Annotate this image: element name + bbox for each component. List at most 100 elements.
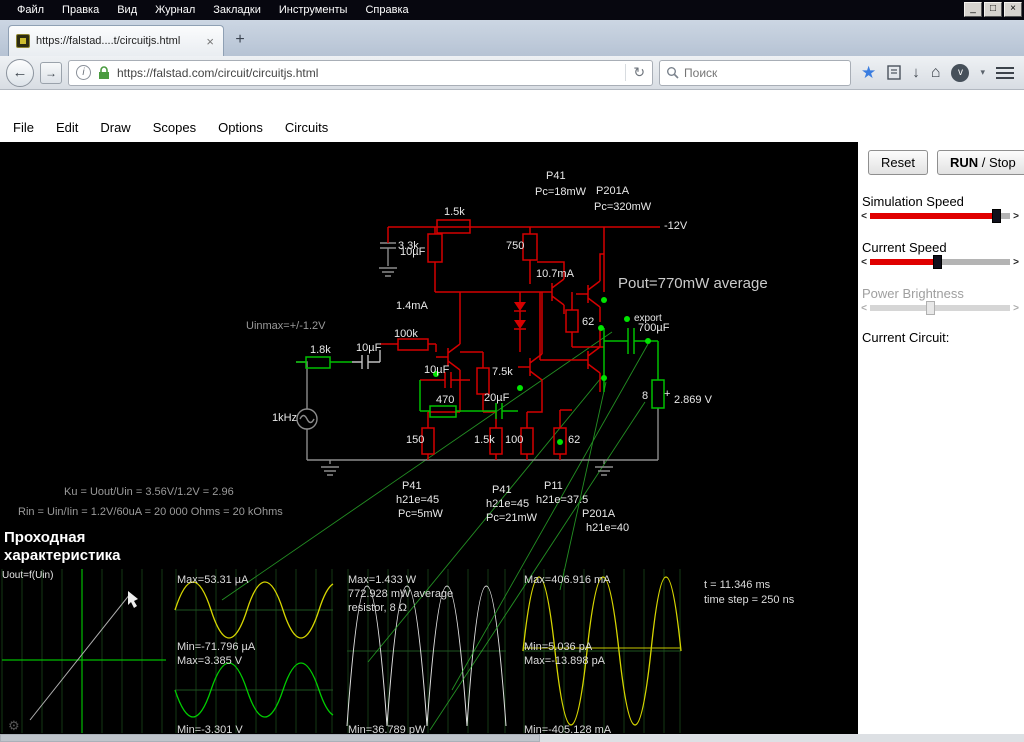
circuit-canvas[interactable]: ⚙ P41 Pc=18mW P201A Pc=320mW 1.5k -12V 3… — [0, 142, 858, 734]
back-button[interactable]: ← — [6, 58, 34, 87]
bookmarks-panel-icon[interactable] — [887, 65, 901, 80]
scope-panel-power[interactable]: Max=1.433 W 772.928 mW average resistor,… — [347, 569, 506, 734]
label-title-line2: характеристика — [4, 547, 121, 564]
label-q1-name: P41 — [402, 480, 422, 492]
menu-bookmarks[interactable]: Закладки — [204, 4, 270, 16]
label-q4-name: P201A — [582, 508, 616, 520]
downloads-icon[interactable]: ↓ — [912, 64, 920, 81]
control-sidebar: Reset RUN / Stop Simulation Speed < > Cu… — [858, 142, 1024, 734]
slider-right-arrow-icon[interactable]: > — [1012, 257, 1020, 268]
url-bar[interactable]: i https://falstad.com/circuit/circuitjs.… — [68, 59, 654, 86]
forward-button[interactable]: → — [40, 61, 62, 84]
label-q2-pc: Pc=21mW — [486, 512, 538, 524]
simulation-speed-thumb[interactable] — [991, 209, 1001, 223]
scope3-max-power: Max=1.433 W — [348, 574, 417, 586]
slider-right-arrow-icon[interactable]: > — [1012, 211, 1020, 222]
simulation-speed-slider[interactable]: < > — [860, 208, 1020, 224]
tab-close-icon[interactable]: × — [204, 34, 216, 49]
label-source-1khz: 1kHz — [272, 412, 298, 424]
horizontal-scrollbar[interactable] — [0, 734, 1024, 742]
scope2-min-voltage: Min=-3.301 V — [177, 724, 243, 734]
home-icon[interactable]: ⌂ — [931, 64, 941, 82]
window-titlebar: Файл Правка Вид Журнал Закладки Инструме… — [0, 0, 1024, 20]
run-stop-button[interactable]: RUN / Stop — [936, 150, 1024, 175]
window-controls: _ □ × — [964, 2, 1022, 17]
reload-icon[interactable]: ↻ — [625, 64, 645, 81]
power-brightness-label: Power Brightness — [862, 286, 964, 301]
horizontal-scrollbar-thumb[interactable] — [0, 734, 540, 742]
minimize-button[interactable]: _ — [964, 2, 982, 17]
scope3-min-power: Min=36.789 pW — [348, 724, 426, 734]
maximize-button[interactable]: □ — [984, 2, 1002, 17]
label-q2-name: P41 — [492, 484, 512, 496]
slider-left-arrow-icon[interactable]: < — [860, 257, 868, 268]
sim-menu-options[interactable]: Options — [207, 120, 274, 135]
scope2-max-current: Max=53.31 µA — [177, 574, 249, 586]
sim-menu-file[interactable]: File — [2, 120, 45, 135]
label-resistor-150: 150 — [406, 434, 425, 446]
tab-bar: https://falstad....t/circuitjs.html × + — [0, 20, 1024, 56]
scope2-min-current: Min=-71.796 µA — [177, 641, 256, 653]
sim-menu-draw[interactable]: Draw — [89, 120, 141, 135]
dropdown-chevron-icon[interactable]: ▾ — [980, 67, 985, 78]
slider-left-arrow-icon[interactable]: < — [860, 211, 868, 222]
sim-timestep-readout: time step = 250 ns — [704, 594, 795, 606]
label-cap-20uf: 20µF — [484, 392, 510, 404]
power-brightness-slider: < > — [860, 300, 1020, 316]
label-cap-10uf-mid: 10µF — [424, 364, 450, 376]
scope-panel-output[interactable]: Max=406.916 mA Min=5.036 pA Max=-13.898 … — [523, 569, 681, 734]
search-input[interactable] — [684, 65, 815, 80]
tab-title: https://falstad....t/circuitjs.html — [36, 35, 181, 47]
current-speed-label: Current Speed — [862, 240, 947, 255]
label-resistor-1_5k-top: 1.5k — [444, 206, 465, 218]
label-rin-formula: Rin = Uin/Iin = 1.2V/60uA = 20 000 Ohms … — [18, 506, 283, 518]
menu-view[interactable]: Вид — [108, 4, 146, 16]
menu-edit[interactable]: Правка — [53, 4, 108, 16]
label-transistor-p201a-top: P201A — [596, 185, 630, 197]
scope-panel-xy[interactable] — [2, 569, 166, 733]
menu-help[interactable]: Справка — [356, 4, 417, 16]
label-title-line1: Проходная — [4, 529, 86, 546]
menu-journal[interactable]: Журнал — [146, 4, 204, 16]
menu-tools[interactable]: Инструменты — [270, 4, 357, 16]
scope4-max-current: Max=406.916 mA — [524, 574, 611, 586]
lock-icon — [99, 65, 109, 79]
label-current-1_4ma: 1.4mA — [396, 300, 428, 312]
search-box[interactable] — [659, 59, 852, 86]
browser-tab[interactable]: https://falstad....t/circuitjs.html × — [8, 25, 224, 56]
label-speaker-8ohm: 8 — [642, 390, 649, 402]
bookmark-star-icon[interactable]: ★ — [861, 63, 876, 83]
label-q2-h21e: h21e=45 — [486, 498, 530, 510]
pocket-icon[interactable]: v — [951, 63, 970, 82]
label-resistor-62-low: 62 — [568, 434, 581, 446]
site-info-icon[interactable]: i — [76, 65, 91, 80]
scope4-min-current: Min=-405.128 mA — [524, 724, 612, 734]
menu-hamburger-icon[interactable] — [996, 66, 1014, 79]
label-p201a-power: Pc=320mW — [594, 201, 652, 213]
label-q3-h21e: h21e=37.5 — [536, 494, 589, 506]
current-speed-thumb[interactable] — [933, 255, 942, 269]
scope2-max-voltage: Max=3.385 V — [177, 655, 243, 667]
reset-button[interactable]: Reset — [868, 150, 928, 175]
new-tab-button[interactable]: + — [227, 27, 253, 53]
navigation-toolbar: ← → i https://falstad.com/circuit/circui… — [0, 56, 1024, 90]
label-cap-10uf-left: 10µF — [400, 246, 426, 258]
label-q1-h21e: h21e=45 — [396, 494, 440, 506]
label-p41-power: Pc=18mW — [535, 186, 587, 198]
simulation-speed-label: Simulation Speed — [862, 194, 964, 209]
sim-menu-edit[interactable]: Edit — [45, 120, 89, 135]
url-text: https://falstad.com/circuit/circuitjs.ht… — [117, 65, 319, 80]
sim-menu-circuits[interactable]: Circuits — [274, 120, 339, 135]
label-supply-voltage: -12V — [664, 220, 688, 232]
power-brightness-thumb — [926, 301, 935, 315]
scope4-min-pa: Min=5.036 pA — [524, 641, 593, 653]
close-button[interactable]: × — [1004, 2, 1022, 17]
label-transistor-p41-top: P41 — [546, 170, 566, 182]
current-speed-slider[interactable]: < > — [860, 254, 1020, 270]
label-resistor-62-upper: 62 — [582, 316, 595, 328]
sim-menu-scopes[interactable]: Scopes — [142, 120, 207, 135]
scope4-max-pa: Max=-13.898 pA — [524, 655, 606, 667]
simulator-menubar: File Edit Draw Scopes Options Circuits — [0, 113, 1024, 142]
menu-file[interactable]: Файл — [8, 4, 53, 16]
scope-panel-input[interactable]: Max=53.31 µA Min=-71.796 µA Max=3.385 V … — [175, 569, 333, 734]
